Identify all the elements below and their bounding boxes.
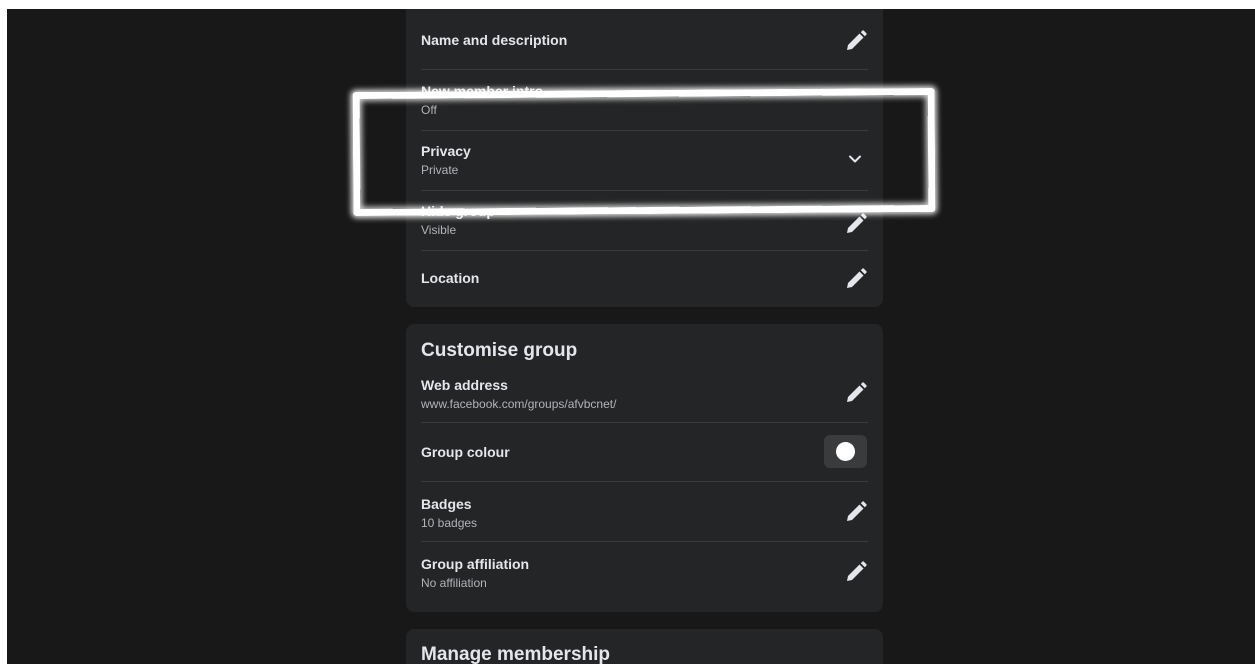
setting-name-and-description[interactable]: Name and description xyxy=(421,32,868,49)
manage-membership-card: Manage membership xyxy=(406,629,883,664)
setting-label: Group affiliation xyxy=(421,556,530,572)
setting-badges[interactable]: Badges 10 badges xyxy=(421,496,868,531)
settings-screen: Name and description New member intro Of… xyxy=(7,9,1255,664)
divider xyxy=(421,250,868,251)
divider xyxy=(421,69,868,70)
setting-value: No affiliation xyxy=(421,576,487,590)
setting-label: Badges xyxy=(421,496,472,512)
setting-label: Location xyxy=(421,270,480,286)
pencil-icon[interactable] xyxy=(844,212,868,236)
setting-label: New member intro xyxy=(421,83,544,99)
colour-swatch xyxy=(836,442,855,461)
setting-label: Name and description xyxy=(421,32,568,48)
setting-new-member-intro[interactable]: New member intro Off xyxy=(421,83,868,118)
setting-location[interactable]: Location xyxy=(421,270,868,287)
pencil-icon[interactable] xyxy=(844,381,868,405)
divider xyxy=(421,190,868,191)
group-colour-button[interactable] xyxy=(824,435,867,468)
setting-label: Group colour xyxy=(421,444,510,460)
chevron-down-icon[interactable] xyxy=(848,152,862,166)
divider xyxy=(421,422,868,423)
customise-group-card: Customise group Web address www.facebook… xyxy=(406,324,883,612)
pencil-icon[interactable] xyxy=(844,267,868,291)
pencil-icon[interactable] xyxy=(844,29,868,53)
section-title: Manage membership xyxy=(421,644,610,664)
pencil-icon[interactable] xyxy=(844,560,868,584)
setting-label: Privacy xyxy=(421,143,471,159)
section-title: Customise group xyxy=(421,340,578,361)
general-settings-card: Name and description New member intro Of… xyxy=(406,9,883,307)
pencil-icon[interactable] xyxy=(844,500,868,524)
setting-value: Off xyxy=(421,103,437,117)
setting-value: www.facebook.com/groups/afvbcnet/ xyxy=(421,397,617,411)
setting-value: 10 badges xyxy=(421,516,478,530)
setting-privacy[interactable]: Privacy Private xyxy=(421,143,868,178)
setting-web-address[interactable]: Web address www.facebook.com/groups/afvb… xyxy=(421,377,868,412)
setting-value: Private xyxy=(421,163,459,177)
setting-value: Visible xyxy=(421,223,457,237)
divider xyxy=(421,130,868,131)
setting-label: Hide group xyxy=(421,203,495,219)
divider xyxy=(421,541,868,542)
setting-group-affiliation[interactable]: Group affiliation No affiliation xyxy=(421,556,868,591)
setting-hide-group[interactable]: Hide group Visible xyxy=(421,203,868,238)
divider xyxy=(421,481,868,482)
setting-label: Web address xyxy=(421,377,508,393)
setting-group-colour[interactable]: Group colour xyxy=(421,444,868,461)
